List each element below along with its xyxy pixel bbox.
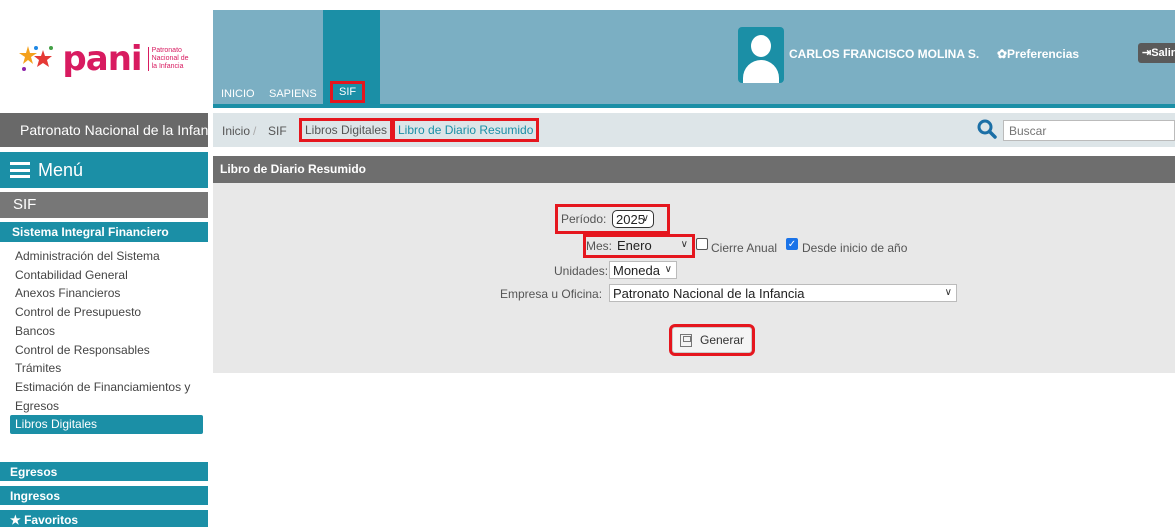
chevron-down-icon: ∨ <box>641 213 649 224</box>
organization-name: Patronato Nacional de la Infancia <box>0 113 208 147</box>
sidebar-item-estimacion-egresos[interactable]: Egresos <box>0 397 208 416</box>
unidades-select[interactable]: Moneda ∨ <box>609 261 677 279</box>
sidebar-group-ingresos[interactable]: Ingresos <box>0 486 208 505</box>
hamburger-icon <box>10 162 30 178</box>
sidebar-group-favoritos[interactable]: ★ Favoritos <box>0 510 208 527</box>
logo-area: pani Patronato Nacional de la Infancia <box>0 10 208 108</box>
logo-subtitle: Patronato Nacional de la Infancia <box>147 47 190 71</box>
report-form: Período: 2025 ∨ Mes: Enero ∨ Cierre Anual … <box>213 183 1175 373</box>
search-input[interactable] <box>1003 120 1175 141</box>
nav-sapiens[interactable]: SAPIENS <box>269 88 317 100</box>
chevron-down-icon: ∨ <box>680 239 688 250</box>
logo-wordmark: pani <box>62 39 142 79</box>
periodo-label: Período: <box>561 212 607 226</box>
top-header: INICIO SAPIENS SIF CARLOS FRANCISCO MOLI… <box>213 10 1175 108</box>
sidebar-item-anexos[interactable]: Anexos Financieros <box>0 284 208 303</box>
empresa-label: Empresa u Oficina: <box>500 287 603 301</box>
sidebar-item-bancos[interactable]: Bancos <box>0 322 208 341</box>
preferences-link[interactable]: ✿Preferencias <box>997 47 1079 61</box>
sidebar-list: Administración del Sistema Contabilidad … <box>0 247 208 435</box>
cierre-anual-label: Cierre Anual <box>711 241 778 255</box>
cierre-anual-checkbox[interactable] <box>696 238 708 250</box>
breadcrumb-libros-digitales[interactable]: Libros Digitales <box>298 118 394 142</box>
exit-button[interactable]: ⇥Salir <box>1138 43 1175 63</box>
desde-inicio-label: Desde inicio de año <box>802 241 908 255</box>
sidebar-item-administracion[interactable]: Administración del Sistema <box>0 247 208 266</box>
empresa-value: Patronato Nacional de la Infancia <box>613 286 805 301</box>
sidebar-group-sif[interactable]: Sistema Integral Financiero <box>0 222 208 242</box>
sidebar-item-presupuesto[interactable]: Control de Presupuesto <box>0 303 208 322</box>
mes-group: Mes: Enero ∨ <box>583 234 695 258</box>
sidebar-group-egresos[interactable]: Egresos <box>0 462 208 481</box>
breadcrumb-sif[interactable]: SIF <box>268 124 287 138</box>
menu-toggle[interactable]: Menú <box>0 152 208 188</box>
breadcrumb-inicio[interactable]: Inicio <box>222 124 250 138</box>
unidades-value: Moneda <box>613 263 660 278</box>
sidebar-item-estimacion[interactable]: Estimación de Financiamientos y <box>0 378 208 397</box>
generar-button[interactable]: Generar <box>669 324 755 356</box>
sidebar-item-contabilidad[interactable]: Contabilidad General <box>0 266 208 285</box>
panel-title: Libro de Diario Resumido <box>213 156 1175 183</box>
breadcrumb: Inicio / SIF Libros Digitales Libro de D… <box>213 113 1175 147</box>
children-stars-icon <box>19 46 54 71</box>
sidebar-item-tramites[interactable]: Trámites <box>0 359 208 378</box>
periodo-group: Período: 2025 ∨ <box>555 204 670 234</box>
mes-label: Mes: <box>586 239 613 253</box>
breadcrumb-current: Libro de Diario Resumido <box>391 118 540 142</box>
menu-label: Menú <box>38 159 84 180</box>
periodo-value: 2025 <box>616 212 645 227</box>
unidades-label: Unidades: <box>554 264 609 278</box>
empresa-select[interactable]: Patronato Nacional de la Infancia ∨ <box>609 284 957 302</box>
mes-select[interactable]: Enero ∨ <box>614 237 692 255</box>
mes-value: Enero <box>617 238 652 253</box>
sidebar-item-responsables[interactable]: Control de Responsables <box>0 341 208 360</box>
generar-label: Generar <box>699 333 745 347</box>
chevron-down-icon: ∨ <box>944 287 952 298</box>
pani-logo: pani Patronato Nacional de la Infancia <box>18 42 189 76</box>
breadcrumb-separator: / <box>253 124 257 138</box>
search-icon[interactable] <box>977 119 997 139</box>
chevron-down-icon: ∨ <box>664 264 672 275</box>
sidebar-item-libros-digitales[interactable]: Libros Digitales <box>10 415 203 435</box>
save-icon <box>679 333 692 347</box>
nav-sif[interactable]: SIF <box>329 81 366 103</box>
user-name: CARLOS FRANCISCO MOLINA S. <box>789 47 980 61</box>
user-avatar-icon <box>738 27 784 83</box>
desde-inicio-checkbox[interactable]: ✓ <box>786 238 798 250</box>
nav-inicio[interactable]: INICIO <box>221 88 255 100</box>
periodo-select[interactable]: 2025 ∨ <box>612 210 654 228</box>
module-title: SIF <box>0 192 208 218</box>
